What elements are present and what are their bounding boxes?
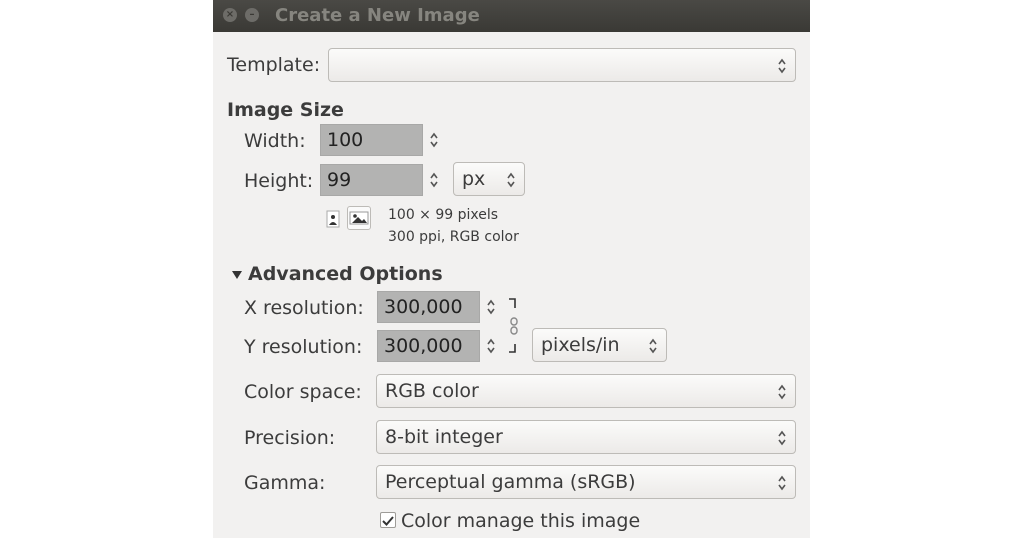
- height-label: Height:: [244, 170, 314, 192]
- gamma-combo[interactable]: Perceptual gamma (sRGB): [376, 465, 796, 499]
- template-combo[interactable]: [328, 48, 796, 82]
- size-unit-combo[interactable]: px: [453, 162, 525, 196]
- resolution-unit-value: pixels/in: [541, 334, 620, 356]
- checkmark-icon: [382, 516, 394, 526]
- x-resolution-label: X resolution:: [244, 297, 364, 319]
- chevron-updown-icon: [777, 474, 787, 492]
- precision-combo[interactable]: 8-bit integer: [376, 420, 796, 454]
- chevron-updown-icon: [506, 171, 516, 189]
- height-value: 99: [327, 169, 352, 191]
- color-manage-checkbox[interactable]: [380, 512, 396, 528]
- color-space-combo[interactable]: RGB color: [376, 374, 796, 408]
- size-info-resolution: 300 ppi, RGB color: [388, 229, 519, 245]
- landscape-icon[interactable]: [347, 206, 371, 230]
- height-spin-arrows-icon[interactable]: [429, 171, 439, 189]
- title-bar: × – Create a New Image: [213, 0, 810, 32]
- close-icon[interactable]: ×: [223, 8, 237, 22]
- precision-value: 8-bit integer: [385, 426, 503, 448]
- width-label: Width:: [244, 130, 306, 152]
- chevron-updown-icon: [777, 57, 787, 75]
- chevron-updown-icon: [777, 429, 787, 447]
- create-image-dialog: × – Create a New Image Template: Image S…: [213, 0, 810, 538]
- gamma-value: Perceptual gamma (sRGB): [385, 471, 636, 493]
- y-resolution-value: 300,000: [384, 335, 463, 357]
- x-resolution-value: 300,000: [384, 296, 463, 318]
- width-spin-arrows-icon[interactable]: [429, 131, 439, 149]
- y-res-spin-arrows-icon[interactable]: [486, 337, 496, 355]
- chain-link-icon[interactable]: [505, 296, 519, 360]
- image-size-heading: Image Size: [227, 99, 344, 121]
- y-resolution-input[interactable]: 300,000: [377, 330, 480, 362]
- width-input[interactable]: 100: [320, 124, 423, 156]
- width-value: 100: [327, 129, 364, 151]
- template-label: Template:: [227, 54, 321, 76]
- portrait-icon[interactable]: [325, 210, 341, 228]
- x-res-spin-arrows-icon[interactable]: [486, 298, 496, 316]
- color-space-value: RGB color: [385, 380, 479, 402]
- advanced-options-heading[interactable]: Advanced Options: [248, 263, 443, 285]
- resolution-unit-combo[interactable]: pixels/in: [532, 328, 667, 362]
- y-resolution-label: Y resolution:: [244, 336, 363, 358]
- gamma-label: Gamma:: [244, 472, 326, 494]
- height-input[interactable]: 99: [320, 164, 423, 196]
- color-manage-label[interactable]: Color manage this image: [401, 510, 640, 532]
- expander-arrow-icon[interactable]: [231, 266, 243, 285]
- chevron-updown-icon: [777, 383, 787, 401]
- chevron-updown-icon: [648, 337, 658, 355]
- color-space-label: Color space:: [244, 381, 362, 403]
- precision-label: Precision:: [244, 427, 336, 449]
- minimize-icon[interactable]: –: [245, 8, 259, 22]
- size-info-pixels: 100 × 99 pixels: [388, 207, 499, 223]
- window-title: Create a New Image: [275, 5, 480, 26]
- x-resolution-input[interactable]: 300,000: [377, 291, 480, 323]
- size-unit-value: px: [462, 168, 486, 190]
